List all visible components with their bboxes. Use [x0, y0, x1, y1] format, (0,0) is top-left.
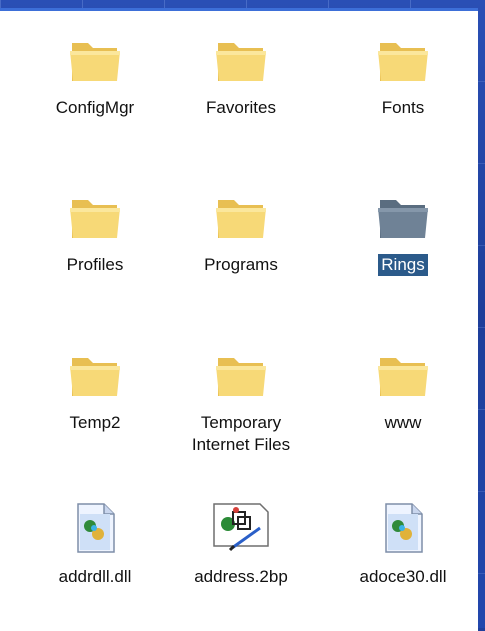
item-label: adoce30.dll: [359, 567, 447, 586]
folder-icon: [70, 358, 120, 396]
folder-item-favorites[interactable]: Favorites: [176, 29, 306, 119]
folder-icon: [70, 200, 120, 238]
file-item-address-2bp[interactable]: address.2bp: [176, 498, 306, 588]
file-item-addrdll[interactable]: addrdll.dll: [30, 498, 160, 588]
item-label: Fonts: [381, 98, 425, 117]
item-label: address.2bp: [194, 567, 288, 586]
dll-file-icon: [77, 503, 115, 553]
folder-item-temporary-internet-files[interactable]: Temporary Internet Files: [176, 344, 306, 456]
item-label: www: [384, 413, 422, 432]
dll-file-icon: [385, 503, 423, 553]
folder-item-www[interactable]: www: [338, 344, 468, 434]
folder-item-rings[interactable]: Rings: [338, 186, 468, 276]
folder-icon: [378, 43, 428, 81]
item-label: Profiles: [66, 255, 124, 274]
item-label: Temp2: [69, 413, 121, 432]
item-label: Favorites: [206, 98, 276, 117]
item-label: Programs: [204, 255, 278, 274]
folder-icon: [216, 358, 266, 396]
file-explorer-panel: ConfigMgr Favorites Fonts Profiles Progr…: [0, 8, 478, 631]
folder-item-temp2[interactable]: Temp2: [30, 344, 160, 434]
folder-item-fonts[interactable]: Fonts: [338, 29, 468, 119]
item-label: Temporary Internet Files: [191, 413, 291, 454]
2bp-file-icon: [213, 503, 269, 552]
folder-item-configmgr[interactable]: ConfigMgr: [30, 29, 160, 119]
folder-item-profiles[interactable]: Profiles: [30, 186, 160, 276]
folder-icon: [216, 200, 266, 238]
item-label: addrdll.dll: [58, 567, 132, 586]
folder-icon: [70, 43, 120, 81]
file-item-adoce30[interactable]: adoce30.dll: [338, 498, 468, 588]
folder-icon: [378, 358, 428, 396]
item-label: ConfigMgr: [55, 98, 135, 117]
folder-item-programs[interactable]: Programs: [176, 186, 306, 276]
folder-icon: [378, 200, 428, 238]
folder-icon: [216, 43, 266, 81]
item-label-selected: Rings: [378, 254, 428, 276]
